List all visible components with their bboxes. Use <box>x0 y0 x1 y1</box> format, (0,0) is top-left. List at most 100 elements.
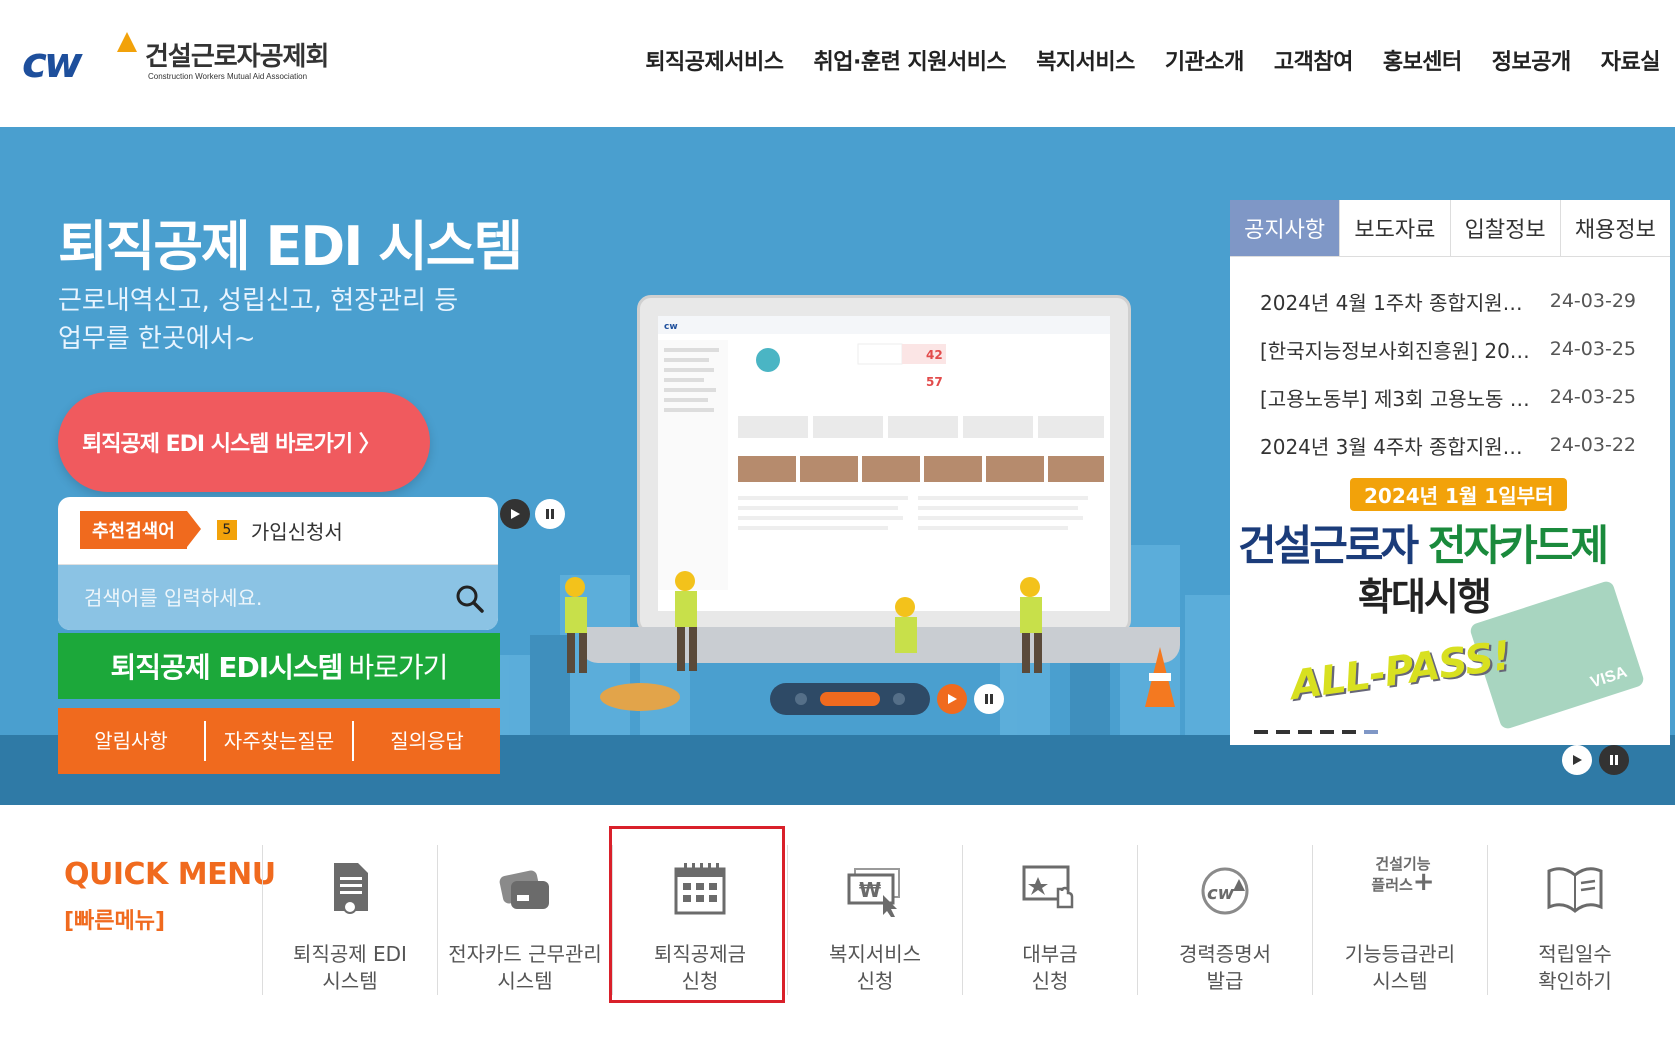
search-icon[interactable] <box>450 579 490 619</box>
quick-item-label: 퇴직공제 EDI 시스템 <box>263 941 437 995</box>
nav-about[interactable]: 기관소개 <box>1150 44 1259 76</box>
nav-retirement-service[interactable]: 퇴직공제서비스 <box>630 44 798 76</box>
recommended-keyword-link[interactable]: 가입신청서 <box>251 516 343 545</box>
banner-play-button[interactable] <box>1562 745 1592 775</box>
banner-dot[interactable] <box>1342 730 1356 734</box>
quick-item-label-line2: 신청 <box>1031 969 1069 993</box>
quick-menu: QUICK MENU [빠른메뉴] 퇴직공제 EDI 시스템 전자카드 근무관리… <box>0 805 1675 1043</box>
hero-desc-line1: 근로내역신고, 성립신고, 현장관리 등 <box>58 286 459 316</box>
quick-item-ecard[interactable]: 전자카드 근무관리 시스템 <box>437 845 612 995</box>
notice-tabs: 공지사항 보도자료 입찰정보 채용정보 <box>1230 200 1670 257</box>
quick-item-label-line1: 대부금 <box>1022 942 1078 966</box>
list-item[interactable]: 2024년 3월 4주차 종합지원… 24-03-22 <box>1260 421 1636 469</box>
banner-dot[interactable] <box>1254 730 1268 734</box>
link-notices[interactable]: 알림사항 <box>58 721 206 761</box>
quick-item-edi[interactable]: 퇴직공제 EDI 시스템 <box>262 845 437 995</box>
quick-item-label: 기능등급관리 시스템 <box>1313 941 1487 995</box>
banner-slogan: ALL-PASS! <box>1287 632 1513 710</box>
banner-dot[interactable] <box>1320 730 1334 734</box>
banner-headline: 건설근로자 전자카드제 <box>1238 512 1609 573</box>
recommended-keyword-rank: 5 <box>216 520 237 540</box>
quick-item-label-line2: 확인하기 <box>1538 969 1612 993</box>
banner-dot[interactable] <box>1276 730 1290 734</box>
nav-welfare[interactable]: 복지서비스 <box>1021 44 1150 76</box>
quick-item-label-line2: 신청 <box>681 969 719 993</box>
calendar-icon <box>674 863 726 915</box>
logo-subtitle: Construction Workers Mutual Aid Associat… <box>148 72 308 81</box>
keyword-pause-button[interactable] <box>535 499 565 529</box>
slide-dot-active[interactable] <box>820 692 880 706</box>
notice-date: 24-03-25 <box>1549 338 1636 360</box>
banner-dot-active[interactable] <box>1364 730 1378 734</box>
hero-play-button[interactable] <box>937 684 967 714</box>
notice-title[interactable]: 2024년 4월 1주차 종합지원… <box>1260 287 1530 316</box>
hero-pause-button[interactable] <box>974 684 1004 714</box>
quick-item-accumulated-days[interactable]: 적립일수 확인하기 <box>1487 845 1662 995</box>
slide-dot-1[interactable] <box>795 693 807 705</box>
hero-title: 퇴직공제 EDI 시스템 <box>58 215 523 278</box>
quick-item-label: 경력증명서 발급 <box>1138 941 1312 995</box>
quick-item-label-line2: 시스템 <box>497 969 553 993</box>
site-header: cw 건설근로자공제회 Construction Workers Mutual … <box>0 0 1675 127</box>
search-input[interactable] <box>58 565 438 630</box>
open-book-icon <box>1547 867 1603 913</box>
nav-customer[interactable]: 고객참여 <box>1259 44 1368 76</box>
won-money-click-icon: ₩ <box>847 868 900 917</box>
skill-icon-text-2: 플러스 <box>1371 876 1413 894</box>
quick-item-label: 적립일수 확인하기 <box>1488 941 1662 995</box>
quick-item-career-cert[interactable]: cw 경력증명서 발급 <box>1137 845 1312 995</box>
skill-icon-text-row: 플러스+ <box>1343 869 1463 895</box>
notice-date: 24-03-22 <box>1549 434 1636 456</box>
notice-title[interactable]: 2024년 3월 4주차 종합지원… <box>1260 431 1530 460</box>
edi-button-light-text: 바로가기 <box>348 651 448 684</box>
nav-archive[interactable]: 자료실 <box>1586 44 1675 76</box>
quick-item-label-line1: 퇴직공제금 <box>654 942 746 966</box>
slide-dot-3[interactable] <box>893 693 905 705</box>
notice-panel: 공지사항 보도자료 입찰정보 채용정보 2024년 4월 1주차 종합지원… 2… <box>1230 200 1670 745</box>
link-faq[interactable]: 자주찾는질문 <box>206 721 354 761</box>
quick-item-loan[interactable]: 대부금 신청 <box>962 845 1137 995</box>
quick-item-label: 복지서비스 신청 <box>788 941 962 995</box>
banner-dot[interactable] <box>1298 730 1312 734</box>
link-qna[interactable]: 질의응답 <box>354 721 500 761</box>
hero-slide-indicator <box>770 683 930 715</box>
hero-desc-line2: 업무를 한곳에서~ <box>58 324 256 354</box>
logo-name: 건설근로자공제회 <box>145 42 329 72</box>
pause-icon <box>985 694 993 704</box>
nav-pr-center[interactable]: 홍보센터 <box>1368 44 1477 76</box>
banner-pause-button[interactable] <box>1599 745 1629 775</box>
banner-headline-a: 건설근로자 <box>1238 521 1428 570</box>
electronic-card-promo-banner[interactable]: 2024년 1월 1일부터 건설근로자 전자카드제 확대시행 VISA ALL-… <box>1230 478 1670 740</box>
quick-item-label: 전자카드 근무관리 시스템 <box>438 941 612 995</box>
edi-system-shortcut-button[interactable]: 퇴직공제 EDI시스템 바로가기 <box>58 633 500 699</box>
notice-title[interactable]: [고용노동부] 제3회 고용노동 … <box>1260 383 1530 412</box>
tab-bidding[interactable]: 입찰정보 <box>1451 200 1561 256</box>
nav-disclosure[interactable]: 정보공개 <box>1477 44 1586 76</box>
nav-job-training[interactable]: 취업·훈련 지원서비스 <box>799 44 1022 76</box>
list-item[interactable]: [한국지능정보사회진흥원] 20… 24-03-25 <box>1260 325 1636 373</box>
quick-item-label: 대부금 신청 <box>963 941 1137 995</box>
cw-logo-icon: cw <box>1201 867 1249 915</box>
card-brand: VISA <box>1588 663 1630 692</box>
keyword-play-button[interactable] <box>500 499 530 529</box>
cards-icon <box>499 870 549 909</box>
notice-title[interactable]: [한국지능정보사회진흥원] 20… <box>1260 335 1530 364</box>
svg-text:57: 57 <box>926 375 943 389</box>
edi-shortcut-pill-button[interactable]: 퇴직공제 EDI 시스템 바로가기 〉 <box>58 392 430 492</box>
list-item[interactable]: 2024년 4월 1주차 종합지원… 24-03-29 <box>1260 277 1636 325</box>
quick-item-label-line2: 시스템 <box>1372 969 1428 993</box>
quick-item-skill-grade[interactable]: 건설기능 플러스+ 기능등급관리 시스템 <box>1312 845 1487 995</box>
site-logo[interactable]: cw 건설근로자공제회 Construction Workers Mutual … <box>22 28 342 88</box>
quick-item-label-line2: 시스템 <box>322 969 378 993</box>
list-item[interactable]: [고용노동부] 제3회 고용노동 … 24-03-25 <box>1260 373 1636 421</box>
banner-date-badge: 2024년 1월 1일부터 <box>1350 478 1568 511</box>
tab-notices[interactable]: 공지사항 <box>1230 200 1341 256</box>
svg-text:42: 42 <box>926 348 943 362</box>
quick-item-retirement-claim[interactable]: 퇴직공제금 신청 <box>612 845 787 995</box>
play-icon <box>948 694 957 704</box>
tab-recruit[interactable]: 채용정보 <box>1561 200 1670 256</box>
tab-press[interactable]: 보도자료 <box>1340 200 1451 256</box>
quick-item-label-line1: 경력증명서 <box>1179 942 1271 966</box>
quick-item-label-line1: 적립일수 <box>1538 942 1612 966</box>
quick-item-welfare[interactable]: ₩ 복지서비스 신청 <box>787 845 962 995</box>
